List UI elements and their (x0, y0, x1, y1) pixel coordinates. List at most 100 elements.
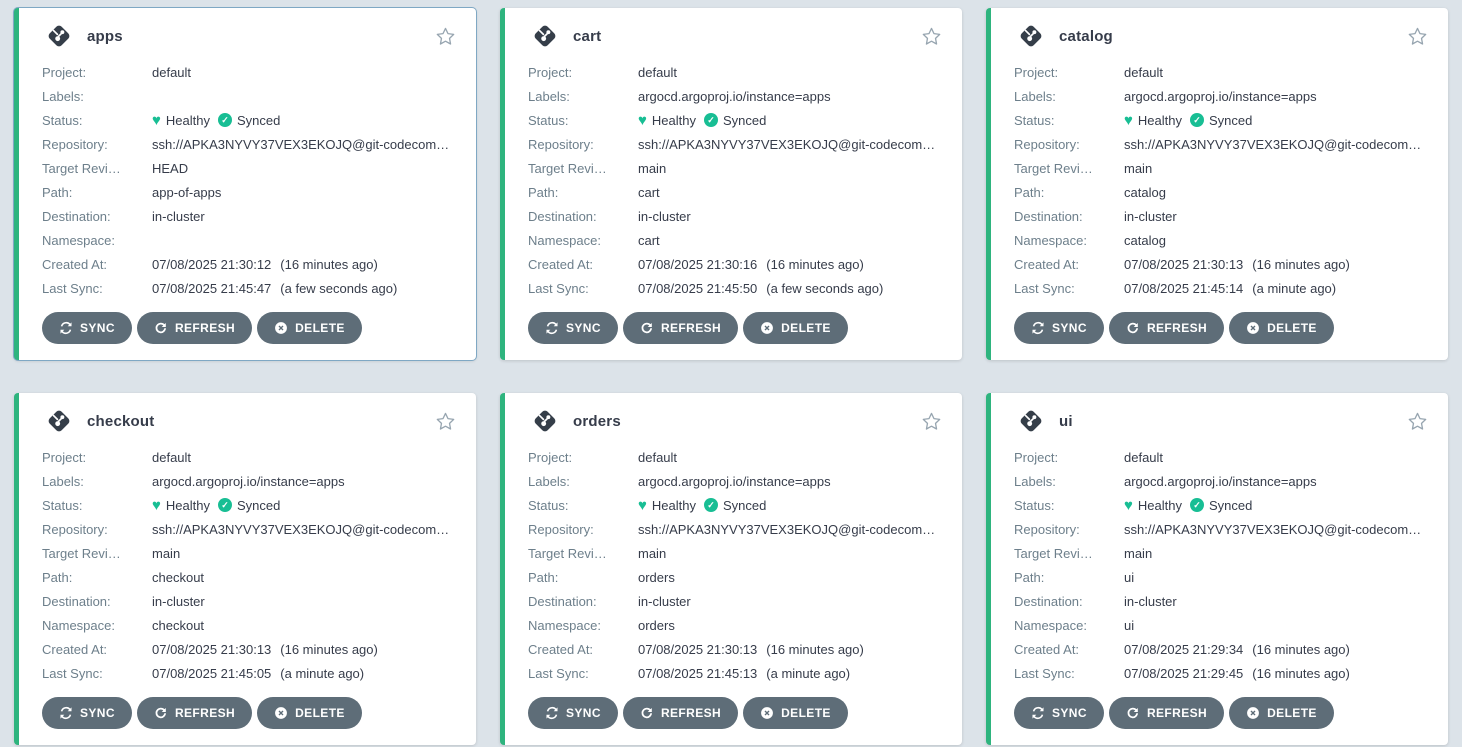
delete-button[interactable]: DELETE (257, 697, 362, 729)
field-row: Labels:argocd.argoproj.io/instance=apps (1014, 469, 1432, 493)
field-row: Labels:argocd.argoproj.io/instance=apps (528, 469, 946, 493)
button-label: SYNC (1052, 321, 1087, 335)
delete-button[interactable]: DELETE (1229, 697, 1334, 729)
field-row: Destination:in-cluster (528, 204, 946, 228)
field-row: Namespace:checkout (42, 613, 460, 637)
field-value: orders (638, 618, 675, 633)
button-label: DELETE (781, 706, 831, 720)
sync-button[interactable]: SYNC (1014, 312, 1104, 344)
field-label: Path: (1014, 570, 1124, 585)
field-row: Target Revi…main (528, 156, 946, 180)
button-label: DELETE (1267, 706, 1317, 720)
field-row: Repository:ssh://APKA3NYVY37VEX3EKOJQ@gi… (1014, 517, 1432, 541)
field-value: default (152, 450, 191, 465)
refresh-button[interactable]: REFRESH (1109, 697, 1224, 729)
favorite-star-icon[interactable] (921, 26, 942, 47)
application-card[interactable]: checkout Project:defaultLabels:argocd.ar… (14, 393, 476, 745)
field-label: Status: (42, 498, 152, 513)
status-value: ♥Healthy✓Synced (638, 113, 766, 128)
sync-icon (1031, 706, 1045, 720)
field-label: Path: (1014, 185, 1124, 200)
sync-button[interactable]: SYNC (1014, 697, 1104, 729)
button-label: REFRESH (175, 706, 235, 720)
field-row: Repository:ssh://APKA3NYVY37VEX3EKOJQ@gi… (528, 132, 946, 156)
field-row: Path:catalog (1014, 180, 1432, 204)
field-value: default (1124, 450, 1163, 465)
sync-icon (59, 321, 73, 335)
refresh-icon (154, 706, 168, 720)
field-row: Destination:in-cluster (1014, 204, 1432, 228)
field-label: Project: (42, 450, 152, 465)
status-value: ♥Healthy✓Synced (638, 498, 766, 513)
field-value: 07/08/2025 21:45:13(a minute ago) (638, 666, 850, 681)
application-icon (44, 21, 74, 51)
field-row: Target Revi…main (1014, 541, 1432, 565)
delete-button[interactable]: DELETE (743, 312, 848, 344)
application-title[interactable]: catalog (1059, 28, 1113, 45)
refresh-button[interactable]: REFRESH (137, 312, 252, 344)
favorite-star-icon[interactable] (435, 411, 456, 432)
field-label: Status: (42, 113, 152, 128)
application-icon (1016, 406, 1046, 436)
healthy-heart-icon: ♥ (638, 498, 647, 513)
sync-status-text: Synced (723, 113, 766, 128)
refresh-button[interactable]: REFRESH (137, 697, 252, 729)
delete-button[interactable]: DELETE (257, 312, 362, 344)
card-actions: SYNCREFRESHDELETE (42, 312, 460, 344)
field-label: Destination: (528, 594, 638, 609)
button-label: SYNC (1052, 706, 1087, 720)
sync-button[interactable]: SYNC (528, 312, 618, 344)
refresh-button[interactable]: REFRESH (623, 312, 738, 344)
timestamp: 07/08/2025 21:29:45 (1124, 666, 1243, 681)
application-title[interactable]: apps (87, 28, 123, 45)
sync-button[interactable]: SYNC (42, 312, 132, 344)
application-card[interactable]: orders Project:defaultLabels:argocd.argo… (500, 393, 962, 745)
field-value: checkout (152, 570, 204, 585)
sync-button[interactable]: SYNC (528, 697, 618, 729)
refresh-button[interactable]: REFRESH (1109, 312, 1224, 344)
relative-time: (16 minutes ago) (1252, 666, 1350, 681)
field-label: Path: (528, 185, 638, 200)
field-value: 07/08/2025 21:30:13(16 minutes ago) (1124, 257, 1350, 272)
favorite-star-icon[interactable] (1407, 411, 1428, 432)
favorite-star-icon[interactable] (921, 411, 942, 432)
field-label: Repository: (1014, 522, 1124, 537)
refresh-icon (1126, 321, 1140, 335)
field-value: main (1124, 161, 1152, 176)
application-title[interactable]: orders (573, 413, 621, 430)
application-card[interactable]: cart Project:defaultLabels:argocd.argopr… (500, 8, 962, 360)
delete-button[interactable]: DELETE (1229, 312, 1334, 344)
field-value: ssh://APKA3NYVY37VEX3EKOJQ@git-codecom… (638, 522, 935, 537)
application-title[interactable]: checkout (87, 413, 154, 430)
relative-time: (16 minutes ago) (766, 257, 864, 272)
health-status-text: Healthy (166, 113, 210, 128)
application-card[interactable]: catalog Project:defaultLabels:argocd.arg… (986, 8, 1448, 360)
application-card[interactable]: ui Project:defaultLabels:argocd.argoproj… (986, 393, 1448, 745)
sync-button[interactable]: SYNC (42, 697, 132, 729)
sync-icon (545, 706, 559, 720)
health-status-text: Healthy (652, 113, 696, 128)
field-value: 07/08/2025 21:45:05(a minute ago) (152, 666, 364, 681)
application-card[interactable]: apps Project:defaultLabels:Status:♥Healt… (14, 8, 476, 360)
refresh-button[interactable]: REFRESH (623, 697, 738, 729)
field-value: in-cluster (1124, 594, 1177, 609)
delete-button[interactable]: DELETE (743, 697, 848, 729)
refresh-icon (154, 321, 168, 335)
application-title[interactable]: cart (573, 28, 601, 45)
field-row: Labels: (42, 84, 460, 108)
field-value: cart (638, 185, 660, 200)
relative-time: (16 minutes ago) (280, 257, 378, 272)
field-label: Path: (42, 570, 152, 585)
application-title[interactable]: ui (1059, 413, 1073, 430)
sync-icon (1031, 321, 1045, 335)
field-row: Repository:ssh://APKA3NYVY37VEX3EKOJQ@gi… (1014, 132, 1432, 156)
favorite-star-icon[interactable] (435, 26, 456, 47)
field-value: orders (638, 570, 675, 585)
button-label: REFRESH (661, 706, 721, 720)
button-label: DELETE (1267, 321, 1317, 335)
field-label: Created At: (528, 642, 638, 657)
card-fields: Project:defaultLabels:argocd.argoproj.io… (42, 445, 460, 685)
field-row: Namespace:ui (1014, 613, 1432, 637)
refresh-icon (1126, 706, 1140, 720)
favorite-star-icon[interactable] (1407, 26, 1428, 47)
